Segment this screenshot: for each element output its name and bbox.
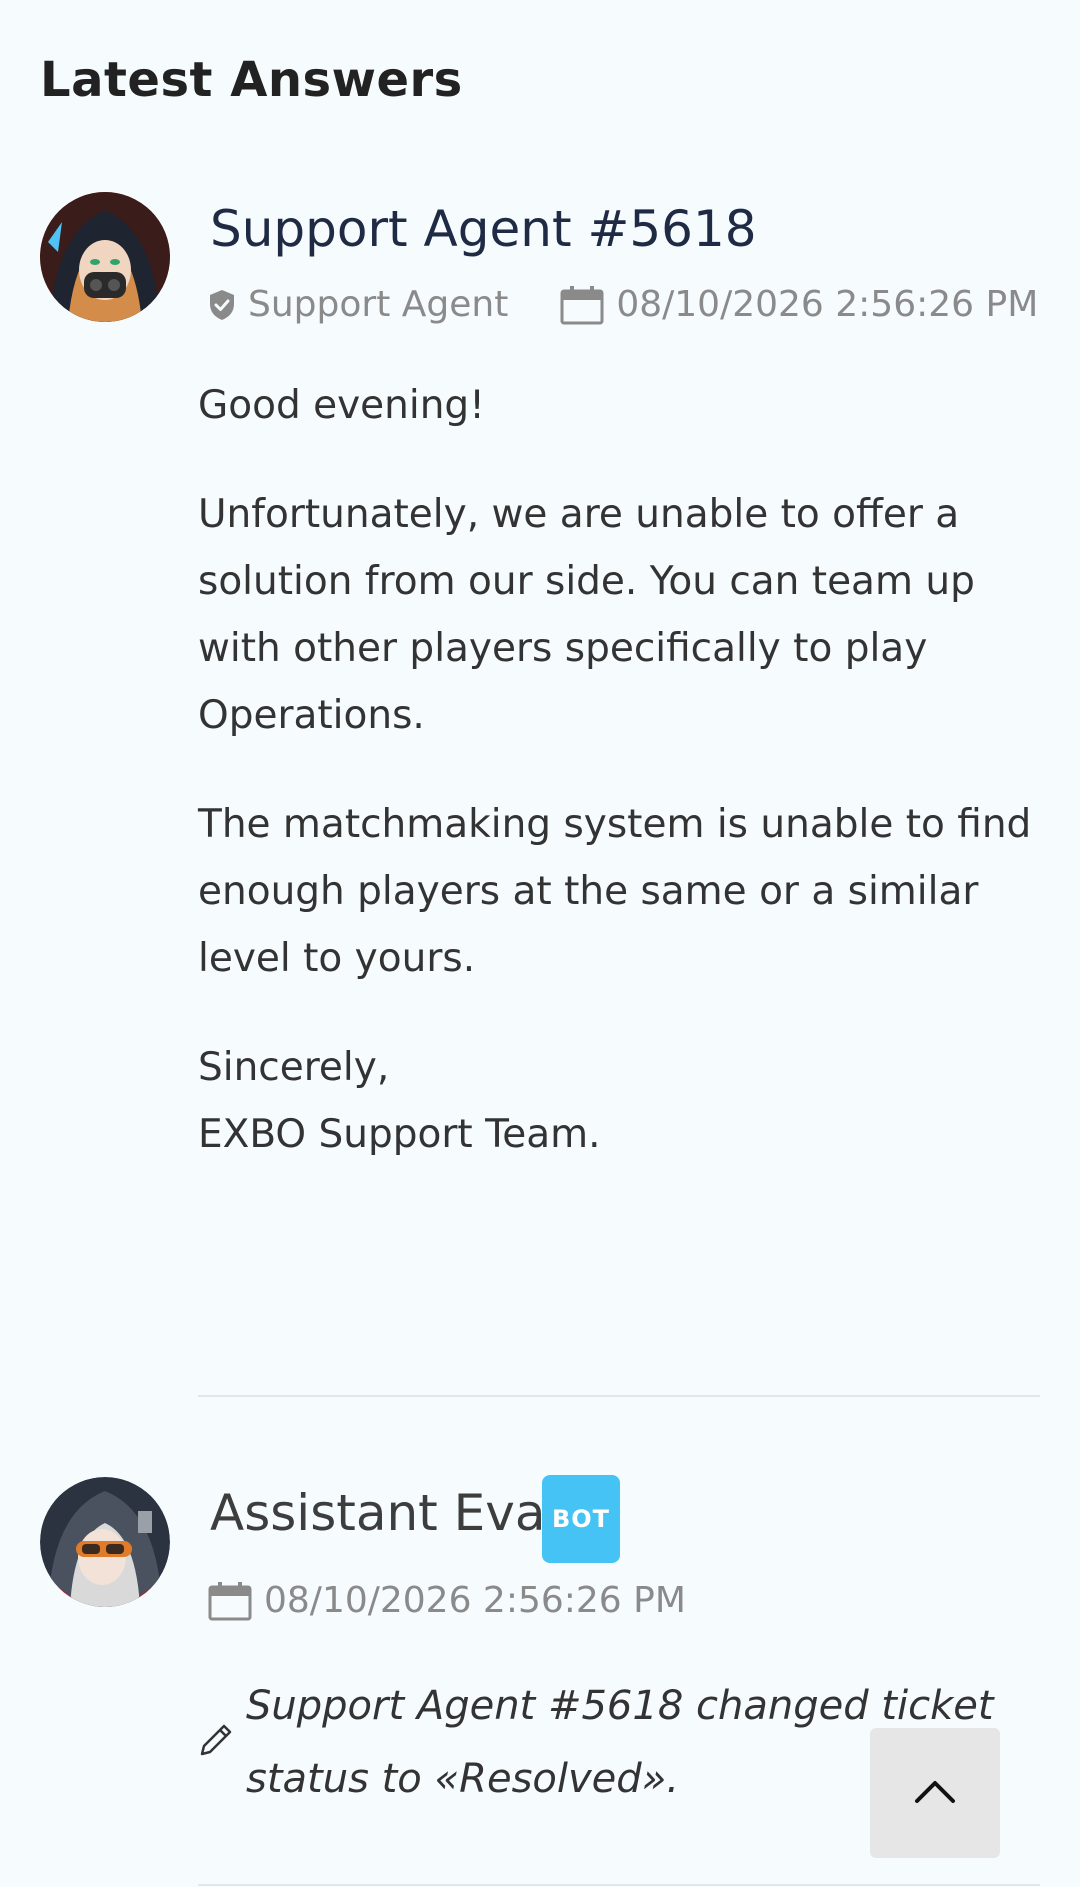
- answer-timestamp: 08/10/2026 2:56:26 PM: [616, 284, 1039, 325]
- answer-meta: 08/10/2026 2:56:26 PM: [208, 1580, 686, 1621]
- answer-paragraph: Unfortunately, we are unable to offer a …: [198, 492, 975, 738]
- answer-signature: EXBO Support Team.: [198, 1112, 601, 1157]
- answer-meta: Support Agent 08/10/2026 2:56:26 PM: [208, 284, 1038, 325]
- answer-paragraph: The matchmaking system is unable to find…: [198, 802, 1032, 981]
- answer-divider: [198, 1395, 1040, 1397]
- calendar-icon: [560, 285, 604, 325]
- section-title: Latest Answers: [40, 52, 463, 108]
- answer-signoff: Sincerely,: [198, 1045, 390, 1090]
- pencil-icon: [198, 1722, 234, 1762]
- bot-badge: BOT: [542, 1475, 620, 1563]
- answer-author-name: Support Agent #5618: [210, 200, 757, 258]
- scroll-to-top-button[interactable]: [870, 1728, 1000, 1858]
- answer-timestamp: 08/10/2026 2:56:26 PM: [264, 1580, 686, 1621]
- answer-paragraph: Good evening!: [198, 383, 485, 428]
- answer-divider: [198, 1884, 1040, 1886]
- calendar-icon: [208, 1581, 252, 1621]
- answer-body: Good evening! Unfortunately, we are unab…: [198, 372, 1038, 1168]
- chevron-up-icon: [913, 1777, 957, 1809]
- answer-author-role: Support Agent: [248, 284, 509, 325]
- bot-avatar: [40, 1477, 170, 1607]
- agent-avatar: [40, 192, 170, 322]
- answer-author-name: Assistant Eva: [210, 1484, 546, 1542]
- shield-check-icon: [208, 289, 236, 321]
